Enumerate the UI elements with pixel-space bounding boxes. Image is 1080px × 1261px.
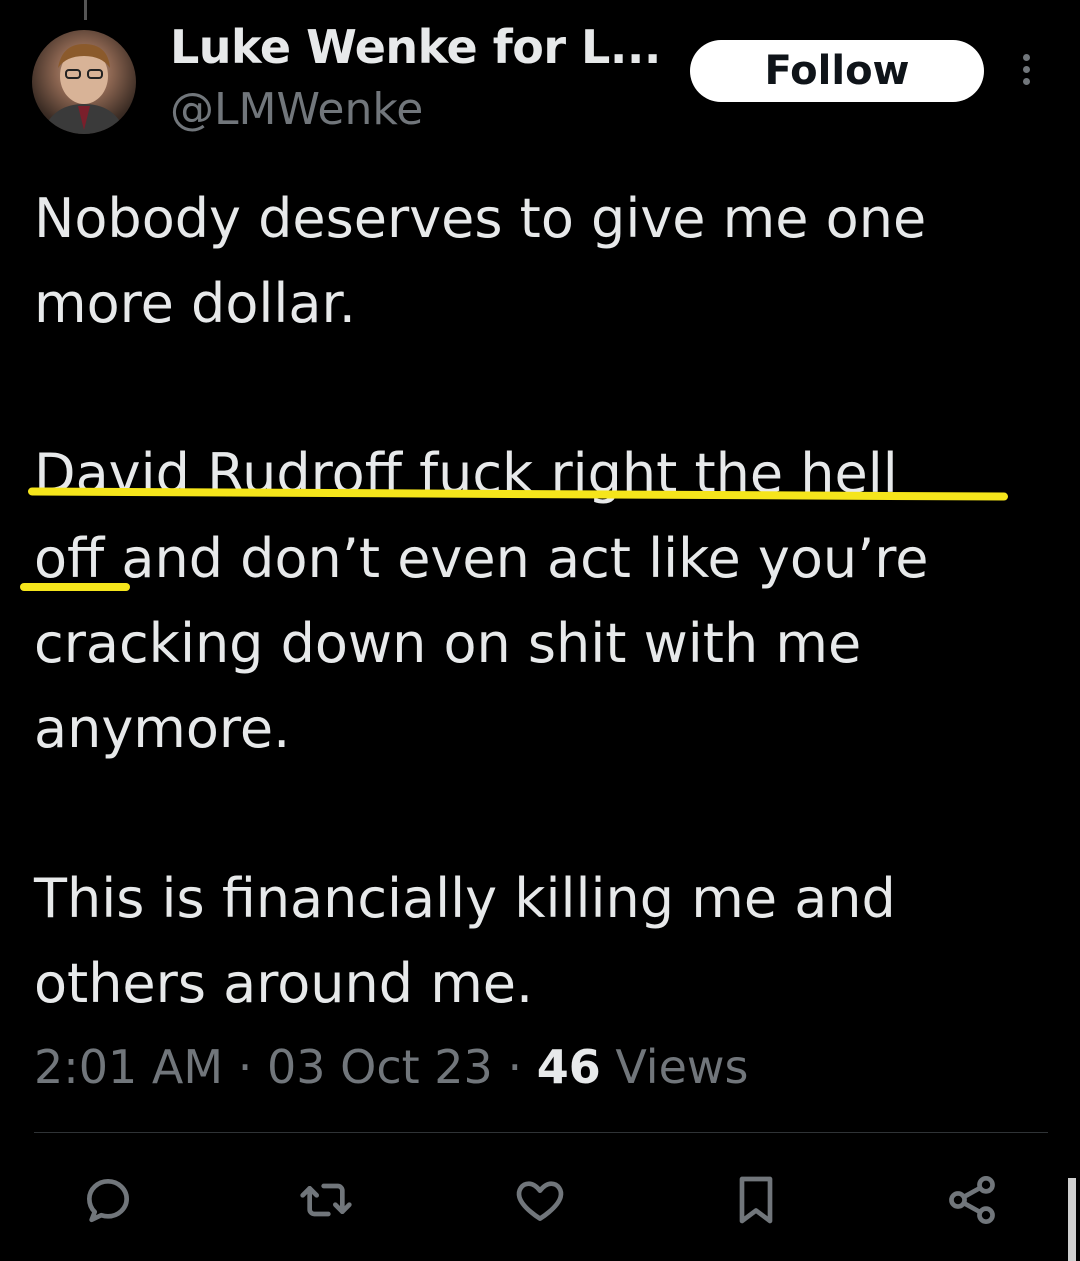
tweet-time[interactable]: 2:01 AM — [34, 1040, 223, 1094]
like-icon[interactable] — [512, 1172, 568, 1228]
avatar[interactable] — [32, 30, 136, 134]
views-label: Views — [615, 1040, 749, 1094]
meta-separator: · — [237, 1040, 253, 1094]
tweet-line: This is financially killing me and — [34, 867, 896, 930]
tweet-line: David Rudroff fuck right the hell — [34, 442, 898, 505]
follow-button[interactable]: Follow — [690, 40, 984, 102]
divider — [34, 1132, 1048, 1133]
yellow-underline-annotation — [20, 583, 130, 591]
thread-connector-line — [84, 0, 87, 20]
tweet-line: off and don’t even act like you’re — [34, 527, 929, 590]
views-count: 46 — [536, 1040, 601, 1094]
share-icon[interactable] — [944, 1172, 1000, 1228]
avatar-photo — [42, 44, 126, 134]
tweet-line: others around me. — [34, 952, 534, 1015]
tweet-meta: 2:01 AM · 03 Oct 23 · 46 Views — [34, 1040, 748, 1094]
action-bar — [0, 1160, 1080, 1240]
retweet-icon[interactable] — [298, 1172, 354, 1228]
tweet-line: more dollar. — [34, 272, 356, 335]
tweet-text: Nobody deserves to give me one more doll… — [34, 176, 1044, 1026]
more-options-icon[interactable] — [1016, 54, 1036, 90]
author-handle[interactable]: @LMWenke — [170, 84, 423, 135]
author-display-name[interactable]: Luke Wenke for L... — [170, 20, 661, 74]
reply-icon[interactable] — [80, 1172, 136, 1228]
tweet-line: Nobody deserves to give me one — [34, 187, 927, 250]
bookmark-icon[interactable] — [728, 1172, 784, 1228]
tweet-line: cracking down on shit with me — [34, 612, 862, 675]
meta-separator: · — [507, 1040, 523, 1094]
scrollbar[interactable] — [1068, 1178, 1076, 1261]
tweet-date[interactable]: 03 Oct 23 — [267, 1040, 493, 1094]
tweet-line: anymore. — [34, 697, 291, 760]
